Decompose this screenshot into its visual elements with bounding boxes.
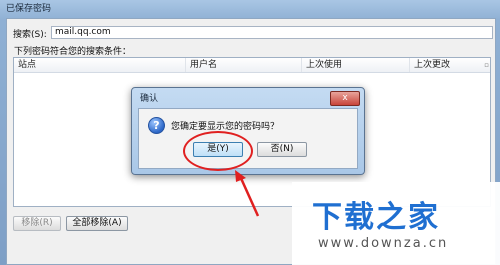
watermark: 下载之家 www.downza.cn bbox=[292, 182, 500, 265]
column-header-last-changed[interactable]: 上次更改 ▫ bbox=[409, 58, 492, 72]
dialog-title: 确认 bbox=[140, 94, 159, 104]
close-icon[interactable]: x bbox=[330, 91, 360, 106]
search-label: 搜索(S): bbox=[13, 30, 47, 40]
remove-button[interactable]: 移除(R) bbox=[13, 216, 61, 231]
watermark-logo: 下载之家 bbox=[312, 200, 440, 235]
results-hint: 下列密码符合您的搜索条件： bbox=[14, 47, 132, 57]
confirm-dialog: 确认 x ? 您确定要显示您的密码吗？ 是(Y) 否(N) bbox=[131, 87, 365, 175]
pointer-arrow-icon bbox=[235, 170, 260, 217]
watermark-url: www.downza.cn bbox=[318, 236, 449, 251]
remove-all-button[interactable]: 全部移除(A) bbox=[66, 216, 128, 231]
column-header-site[interactable]: 站点 bbox=[14, 58, 185, 72]
question-icon: ? bbox=[148, 117, 165, 134]
no-button[interactable]: 否(N) bbox=[257, 142, 307, 157]
sort-icon: ▫ bbox=[484, 61, 489, 69]
column-header-last-used[interactable]: 上次使用 bbox=[301, 58, 409, 72]
search-input[interactable]: mail.qq.com bbox=[51, 26, 493, 39]
dialog-message: 您确定要显示您的密码吗？ bbox=[171, 122, 280, 132]
window-title: 已保存密码 bbox=[6, 4, 52, 14]
highlight-circle bbox=[183, 131, 253, 171]
column-header-username[interactable]: 用户名 bbox=[185, 58, 301, 72]
table-header: 站点 用户名 上次使用 上次更改 ▫ bbox=[14, 58, 490, 73]
